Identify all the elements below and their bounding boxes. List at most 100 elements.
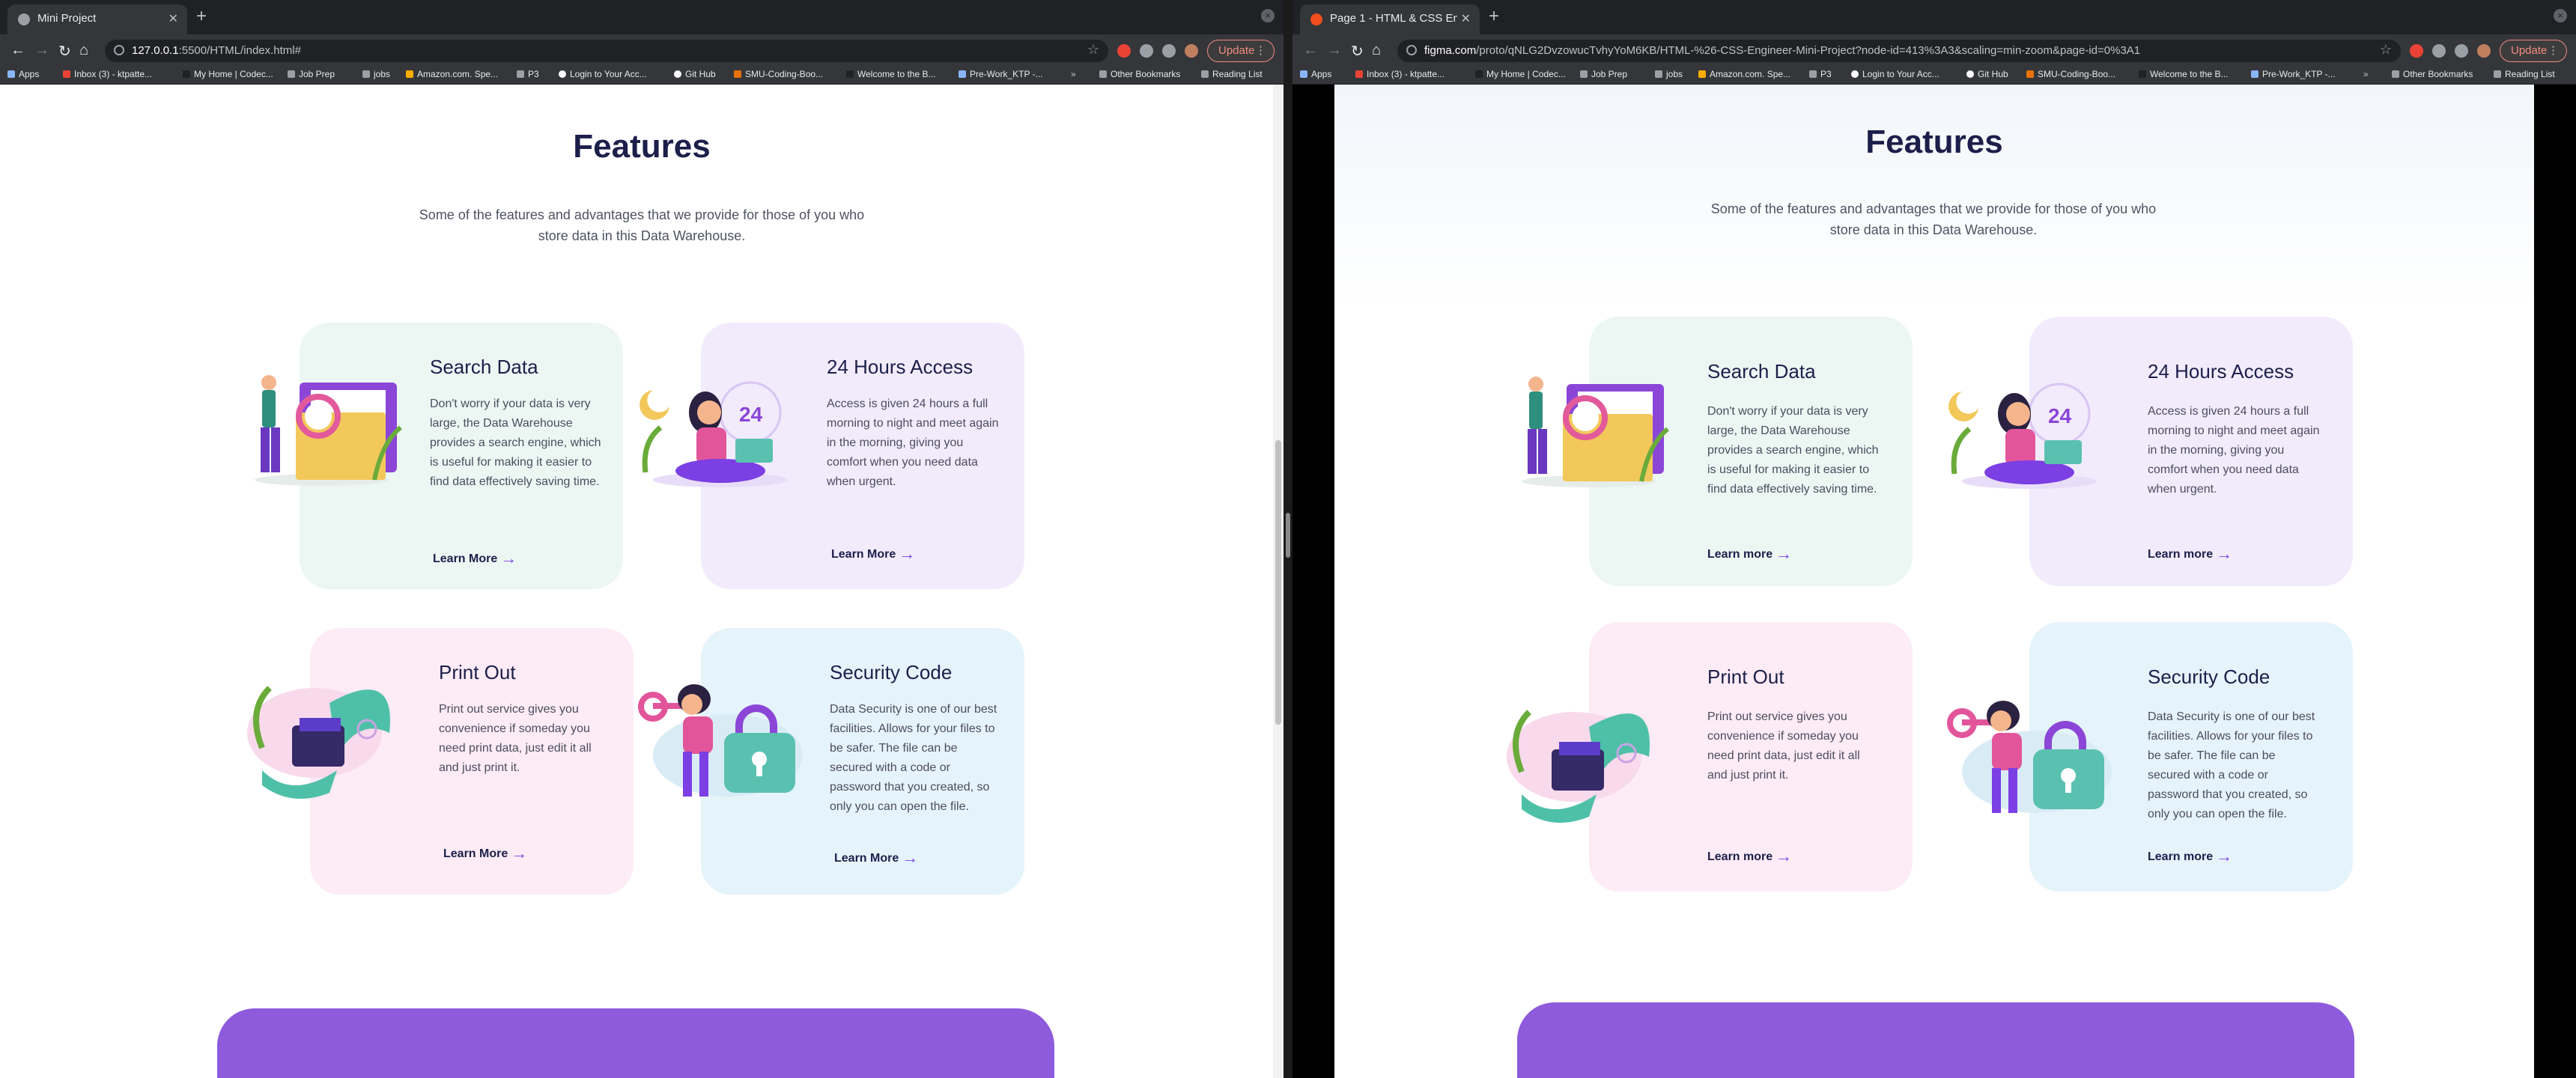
window-close-icon[interactable]: × xyxy=(2554,9,2567,22)
bookmark-login[interactable]: Login to Your Acc... xyxy=(1851,69,1939,79)
feature-card-24-hours: 24 Hours Access Access is given 24 hours… xyxy=(638,323,1027,592)
bookmarks-overflow-icon[interactable]: » xyxy=(1071,69,1076,79)
bookmark-github[interactable]: Git Hub xyxy=(674,69,716,79)
new-tab-icon[interactable]: + xyxy=(1489,6,1499,27)
menu-dots-icon: ⋮ xyxy=(1255,44,1266,57)
learn-more-link[interactable]: Learn more → xyxy=(2148,544,2232,564)
bookmark-star-icon[interactable]: ☆ xyxy=(1087,42,1099,58)
reading-list-icon[interactable] xyxy=(2455,44,2468,58)
reload-icon[interactable]: ↻ xyxy=(58,42,71,61)
card-title: Security Code xyxy=(830,661,953,683)
feature-card-search-data: Search Data Don't worry if your data is … xyxy=(240,323,629,592)
bookmark-prework[interactable]: Pre-Work_KTP -... xyxy=(2251,69,2336,79)
bookmarks-bar: Apps Inbox (3) - ktpatte... My Home | Co… xyxy=(0,67,1284,85)
forward-icon[interactable]: → xyxy=(1327,42,1342,59)
browser-tab-active[interactable]: Mini Project ✕ xyxy=(7,4,187,34)
extensions-icon[interactable] xyxy=(1140,44,1153,58)
favicon-icon xyxy=(18,13,30,25)
card-text: Don't worry if your data is very large, … xyxy=(1707,405,1879,496)
bookmark-prework[interactable]: Pre-Work_KTP -... xyxy=(959,69,1043,79)
card-title: Print Out xyxy=(439,661,516,683)
info-icon[interactable] xyxy=(114,45,124,55)
bookmark-folder-jobs[interactable]: jobs xyxy=(1655,69,1683,79)
print-out-illustration-icon xyxy=(247,673,419,808)
window-divider[interactable] xyxy=(1284,0,1292,1078)
lock-icon[interactable] xyxy=(1406,45,1417,55)
bookmark-star-icon[interactable]: ☆ xyxy=(2380,42,2392,58)
feature-card-search-data: Search Data Don't worry if your data is … xyxy=(1507,317,1948,591)
bookmark-inbox[interactable]: Inbox (3) - ktpatte... xyxy=(1355,69,1445,79)
back-icon[interactable]: ← xyxy=(1303,42,1318,59)
cta-banner xyxy=(217,1008,1054,1078)
address-bar[interactable]: figma.com/proto/qNLG2DvzowucTvhyYoM6KB/H… xyxy=(1397,40,2401,62)
learn-more-link[interactable]: Learn More → xyxy=(831,544,915,564)
arrow-right-icon: → xyxy=(899,544,916,563)
bookmarks-overflow-icon[interactable]: » xyxy=(2363,69,2369,79)
search-data-illustration-icon xyxy=(240,368,412,495)
bookmark-folder-p3[interactable]: P3 xyxy=(1809,69,1832,79)
bookmark-inbox[interactable]: Inbox (3) - ktpatte... xyxy=(63,69,152,79)
update-button[interactable]: Update ⋮ xyxy=(2500,40,2567,62)
extensions-icon[interactable] xyxy=(2432,44,2446,58)
learn-more-link[interactable]: Learn More → xyxy=(443,844,527,863)
reading-list-icon[interactable] xyxy=(1162,44,1176,58)
page-title: Features xyxy=(1865,124,2003,160)
feature-card-24-hours: 24 Hours Access Access is given 24 hours… xyxy=(1947,317,2389,591)
back-icon[interactable]: ← xyxy=(10,42,25,59)
bookmark-folder-jobs[interactable]: jobs xyxy=(362,69,390,79)
pinterest-extension-icon[interactable] xyxy=(1117,44,1131,58)
bookmark-folder-job-prep[interactable]: Job Prep xyxy=(1580,69,1627,79)
browser-toolbar: ← → ↻ ⌂ figma.com/proto/qNLG2DvzowucTvhy… xyxy=(1292,34,2576,67)
browser-tab-active[interactable]: Page 1 - HTML & CSS Engi ✕ xyxy=(1300,4,1480,34)
profile-avatar[interactable] xyxy=(2477,44,2491,58)
window-close-icon[interactable]: × xyxy=(1261,9,1275,22)
bookmark-welcome[interactable]: Welcome to the B... xyxy=(846,69,936,79)
learn-more-link[interactable]: Learn more → xyxy=(1707,847,1792,866)
learn-more-link[interactable]: Learn more → xyxy=(2148,847,2232,866)
page-scrollbar[interactable] xyxy=(1273,85,1284,1078)
divider-handle[interactable] xyxy=(1286,513,1290,558)
page-subtitle: Some of the features and advantages that… xyxy=(1710,201,2157,237)
bookmark-other[interactable]: Other Bookmarks xyxy=(2392,69,2473,79)
arrow-right-icon: → xyxy=(2216,544,2233,563)
pinterest-extension-icon[interactable] xyxy=(2410,44,2423,58)
card-text: Don't worry if your data is very large, … xyxy=(430,398,601,488)
bookmark-login[interactable]: Login to Your Acc... xyxy=(559,69,647,79)
bookmark-apps[interactable]: Apps xyxy=(1300,69,1331,79)
scrollbar-thumb[interactable] xyxy=(1275,440,1281,725)
browser-window-left: Mini Project ✕ + × ← → ↻ ⌂ 127.0.0.1:550… xyxy=(0,0,1284,1078)
bookmark-reading-list[interactable]: Reading List xyxy=(1201,69,1263,79)
bookmark-welcome[interactable]: Welcome to the B... xyxy=(2139,69,2229,79)
reload-icon[interactable]: ↻ xyxy=(1351,42,1364,61)
24-hours-illustration-icon xyxy=(1947,369,2119,496)
figma-favicon-icon xyxy=(1310,13,1322,25)
close-tab-icon[interactable]: ✕ xyxy=(1461,11,1471,26)
bookmark-reading-list[interactable]: Reading List xyxy=(2494,69,2555,79)
bookmark-folder-p3[interactable]: P3 xyxy=(517,69,539,79)
address-bar[interactable]: 127.0.0.1:5500/HTML/index.html# ☆ xyxy=(105,40,1108,62)
bookmark-amazon[interactable]: Amazon.com. Spe... xyxy=(406,69,498,79)
card-title: Print Out xyxy=(1707,666,1784,688)
home-icon[interactable]: ⌂ xyxy=(1372,42,1381,59)
bookmark-codecademy[interactable]: My Home | Codec... xyxy=(183,69,273,79)
learn-more-link[interactable]: Learn More → xyxy=(433,549,517,568)
security-code-illustration-icon xyxy=(638,673,810,808)
update-button[interactable]: Update ⋮ xyxy=(1207,40,1275,62)
bookmark-smu[interactable]: SMU-Coding-Boo... xyxy=(2026,69,2115,79)
close-tab-icon[interactable]: ✕ xyxy=(168,11,178,26)
learn-more-link[interactable]: Learn more → xyxy=(1707,544,1792,564)
profile-avatar[interactable] xyxy=(1185,44,1198,58)
learn-more-link[interactable]: Learn More → xyxy=(834,848,918,868)
new-tab-icon[interactable]: + xyxy=(196,6,207,27)
bookmark-amazon[interactable]: Amazon.com. Spe... xyxy=(1698,69,1790,79)
bookmark-apps[interactable]: Apps xyxy=(7,69,39,79)
forward-icon[interactable]: → xyxy=(34,42,49,59)
bookmark-codecademy[interactable]: My Home | Codec... xyxy=(1475,69,1566,79)
bookmark-smu[interactable]: SMU-Coding-Boo... xyxy=(734,69,823,79)
url-text: 127.0.0.1:5500/HTML/index.html# xyxy=(132,44,301,57)
bookmark-folder-job-prep[interactable]: Job Prep xyxy=(288,69,335,79)
home-icon[interactable]: ⌂ xyxy=(79,42,88,59)
bookmark-other[interactable]: Other Bookmarks xyxy=(1099,69,1180,79)
card-title: Search Data xyxy=(1707,360,1816,383)
bookmark-github[interactable]: Git Hub xyxy=(1966,69,2008,79)
